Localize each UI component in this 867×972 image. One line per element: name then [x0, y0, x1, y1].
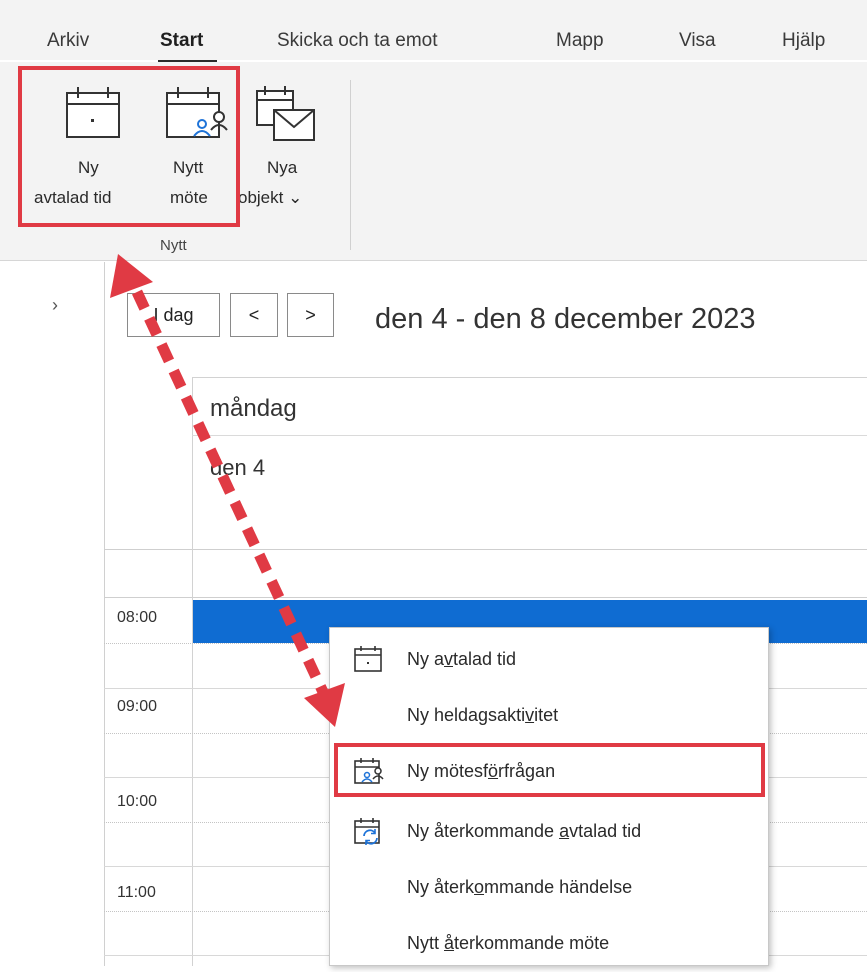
ribbon-separator — [350, 80, 351, 250]
tab-visa[interactable]: Visa — [679, 30, 716, 52]
next-button[interactable]: > — [287, 293, 334, 337]
expand-pane-chevron-icon[interactable]: › — [52, 295, 58, 316]
new-items-button[interactable]: Nya objekt ⌄ — [236, 80, 336, 215]
date-range-title: den 4 - den 8 december 2023 — [375, 303, 756, 335]
ribbon-group-label: Nytt — [160, 237, 187, 254]
calendar-left-border — [104, 262, 105, 966]
calendar-icon — [354, 646, 382, 672]
new-items-icon — [256, 86, 315, 141]
menu-item-label: Ny återkommande händelse — [407, 877, 633, 897]
menu-item-new-recurring-appointment[interactable]: Ny återkommande avtalad tid — [330, 804, 768, 860]
menu-item-label: Ny avtalad tid — [407, 649, 517, 669]
menu-item-new-recurring-meeting[interactable]: Nytt återkommande möte — [330, 916, 768, 972]
tab-arkiv[interactable]: Arkiv — [47, 30, 89, 52]
new-items-label-1: Nya — [267, 158, 298, 177]
day-header-divider — [192, 435, 867, 436]
tab-mapp[interactable]: Mapp — [556, 30, 604, 52]
time-label: 10:00 — [117, 793, 158, 810]
today-button[interactable]: I dag — [127, 293, 220, 337]
highlight-meeting-request-item — [334, 743, 765, 797]
new-items-label-2: objekt ⌄ — [238, 188, 303, 207]
time-label: 09:00 — [117, 698, 158, 715]
menu-item-label: Nytt återkommande möte — [407, 933, 610, 953]
menu-item-new-appointment[interactable]: Ny avtalad tid — [330, 632, 768, 688]
menu-item-label: Ny heldagsaktivitet — [407, 705, 559, 725]
all-day-top-line — [104, 549, 867, 550]
tab-start[interactable]: Start — [160, 30, 203, 52]
recurring-calendar-icon — [354, 818, 380, 845]
day-date[interactable]: den 4 — [210, 455, 265, 481]
day-name: måndag — [210, 395, 297, 422]
tab-hjalp[interactable]: Hjälp — [782, 30, 825, 52]
time-label: 11:00 — [117, 884, 156, 901]
previous-button[interactable]: < — [230, 293, 278, 337]
ribbon-tab-bar: Arkiv Start Skicka och ta emot Mapp Visa… — [0, 0, 867, 60]
tab-skicka-och-ta-emot[interactable]: Skicka och ta emot — [277, 30, 438, 52]
all-day-bottom-line — [104, 597, 867, 598]
highlight-ribbon-buttons — [18, 66, 240, 227]
chevron-down-icon: ⌄ — [288, 188, 303, 207]
menu-item-label: Ny återkommande avtalad tid — [407, 821, 642, 841]
menu-item-new-all-day-event[interactable]: Ny heldagsaktivitet — [330, 688, 768, 744]
time-label: 08:00 — [117, 609, 158, 626]
menu-item-new-recurring-event[interactable]: Ny återkommande händelse — [330, 860, 768, 916]
